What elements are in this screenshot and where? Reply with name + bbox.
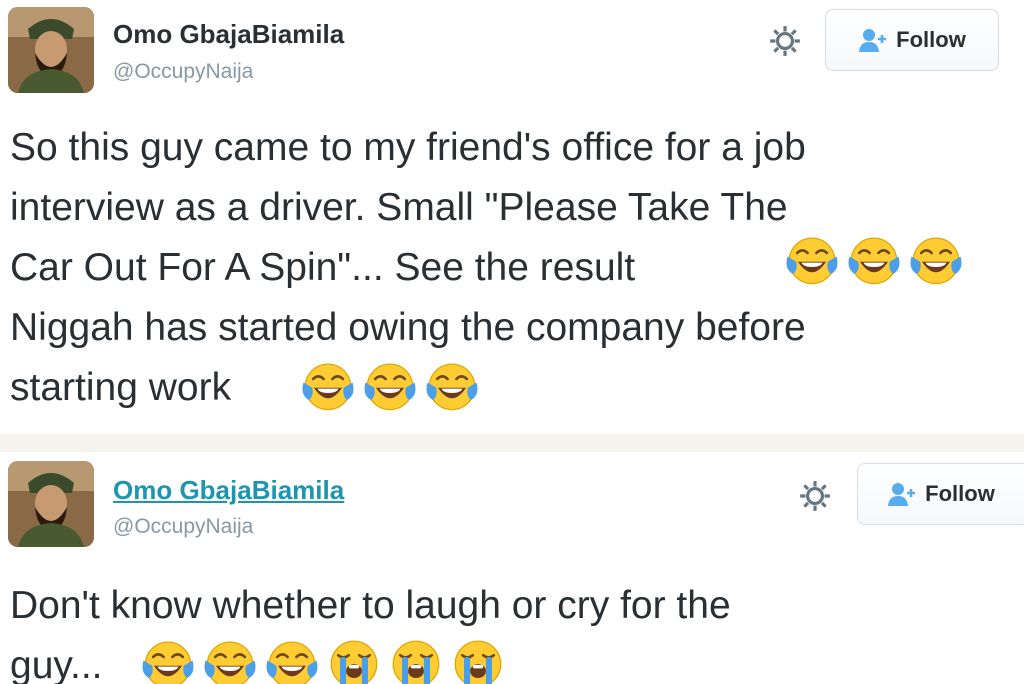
face-with-tears-of-joy-icon bbox=[202, 636, 258, 684]
face-with-tears-of-joy-icon bbox=[424, 358, 480, 414]
follow-button[interactable]: Follow bbox=[825, 9, 999, 71]
loudly-crying-face-icon bbox=[450, 636, 506, 684]
face-with-tears-of-joy-icon bbox=[846, 232, 902, 288]
face-with-tears-of-joy-icon bbox=[140, 636, 196, 684]
face-with-tears-of-joy-icon bbox=[362, 358, 418, 414]
emoji-group bbox=[140, 636, 506, 684]
follow-button[interactable]: Follow bbox=[857, 463, 1024, 525]
tweet-divider bbox=[0, 434, 1024, 452]
face-with-tears-of-joy-icon bbox=[264, 636, 320, 684]
add-user-icon bbox=[859, 29, 887, 52]
avatar[interactable] bbox=[8, 7, 94, 93]
author-name[interactable]: Omo GbajaBiamila bbox=[113, 19, 344, 50]
author-name[interactable]: Omo GbajaBiamila bbox=[113, 475, 344, 506]
tweet-screenshot: Omo GbajaBiamila @OccupyNaija Follow So … bbox=[0, 0, 1024, 684]
gear-icon[interactable] bbox=[768, 24, 802, 58]
avatar[interactable] bbox=[8, 461, 94, 547]
loudly-crying-face-icon bbox=[326, 636, 382, 684]
add-user-icon bbox=[888, 483, 916, 506]
author-handle[interactable]: @OccupyNaija bbox=[113, 60, 253, 84]
follow-label: Follow bbox=[925, 481, 995, 506]
gear-icon[interactable] bbox=[798, 479, 832, 513]
tweet-card: Omo GbajaBiamila @OccupyNaija Follow So … bbox=[0, 0, 1024, 438]
loudly-crying-face-icon bbox=[388, 636, 444, 684]
emoji-group bbox=[784, 232, 964, 288]
face-with-tears-of-joy-icon bbox=[908, 232, 964, 288]
author-handle[interactable]: @OccupyNaija bbox=[113, 515, 253, 539]
face-with-tears-of-joy-icon bbox=[300, 358, 356, 414]
tweet-text: Don't know whether to laugh or cry for t… bbox=[10, 584, 731, 684]
emoji-group bbox=[300, 358, 480, 414]
face-with-tears-of-joy-icon bbox=[784, 232, 840, 288]
follow-label: Follow bbox=[896, 27, 966, 52]
